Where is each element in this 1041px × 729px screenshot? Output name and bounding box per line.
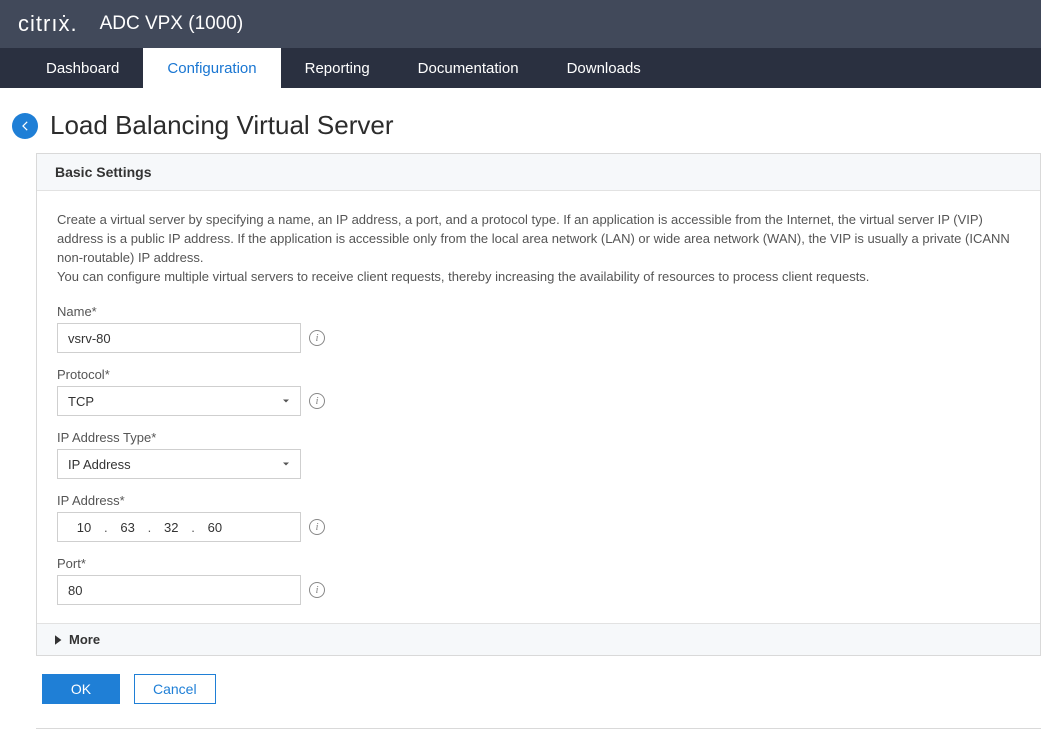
ok-button[interactable]: OK: [42, 674, 120, 704]
panel-body: Create a virtual server by specifying a …: [37, 191, 1040, 623]
ip-octet-3[interactable]: [155, 519, 187, 536]
ip-octet-2[interactable]: [112, 519, 144, 536]
more-label: More: [69, 632, 100, 647]
arrow-left-icon: [18, 119, 32, 133]
chevron-down-icon: [280, 458, 292, 470]
name-input[interactable]: [57, 323, 301, 353]
nav-dashboard[interactable]: Dashboard: [22, 48, 143, 88]
cancel-button[interactable]: Cancel: [134, 674, 216, 704]
ip-label: IP Address*: [57, 493, 1020, 508]
brand-bar: citrıẋ. ADC VPX (1000): [0, 0, 1041, 48]
ip-dot: .: [104, 520, 108, 535]
brand-product: ADC VPX (1000): [100, 13, 244, 35]
ip-input[interactable]: . . .: [57, 512, 301, 542]
ip-octet-4[interactable]: [199, 519, 231, 536]
page-title: Load Balancing Virtual Server: [50, 110, 394, 141]
form-footer: OK Cancel: [36, 674, 1041, 729]
info-icon[interactable]: i: [309, 330, 325, 346]
more-toggle[interactable]: More: [37, 623, 1040, 655]
basic-settings-panel: Basic Settings Create a virtual server b…: [36, 153, 1041, 656]
protocol-value: TCP: [68, 394, 94, 409]
back-button[interactable]: [12, 113, 38, 139]
nav-documentation[interactable]: Documentation: [394, 48, 543, 88]
port-label: Port*: [57, 556, 1020, 571]
help-line-1: Create a virtual server by specifying a …: [57, 212, 1010, 265]
nav-bar: Dashboard Configuration Reporting Docume…: [0, 48, 1041, 88]
port-input[interactable]: [57, 575, 301, 605]
ip-dot: .: [148, 520, 152, 535]
protocol-select[interactable]: TCP: [57, 386, 301, 416]
nav-reporting[interactable]: Reporting: [281, 48, 394, 88]
ip-type-label: IP Address Type*: [57, 430, 1020, 445]
ip-type-value: IP Address: [68, 457, 131, 472]
ip-octet-1[interactable]: [68, 519, 100, 536]
panel-header: Basic Settings: [37, 154, 1040, 191]
ip-type-select[interactable]: IP Address: [57, 449, 301, 479]
brand-logo: citrıẋ.: [18, 11, 78, 37]
name-label: Name*: [57, 304, 1020, 319]
caret-right-icon: [55, 635, 63, 645]
chevron-down-icon: [280, 395, 292, 407]
nav-downloads[interactable]: Downloads: [543, 48, 665, 88]
info-icon[interactable]: i: [309, 519, 325, 535]
ip-dot: .: [191, 520, 195, 535]
protocol-label: Protocol*: [57, 367, 1020, 382]
info-icon[interactable]: i: [309, 582, 325, 598]
info-icon[interactable]: i: [309, 393, 325, 409]
nav-configuration[interactable]: Configuration: [143, 48, 280, 88]
help-text: Create a virtual server by specifying a …: [57, 211, 1020, 286]
title-row: Load Balancing Virtual Server: [0, 88, 1041, 153]
help-line-2: You can configure multiple virtual serve…: [57, 269, 869, 284]
